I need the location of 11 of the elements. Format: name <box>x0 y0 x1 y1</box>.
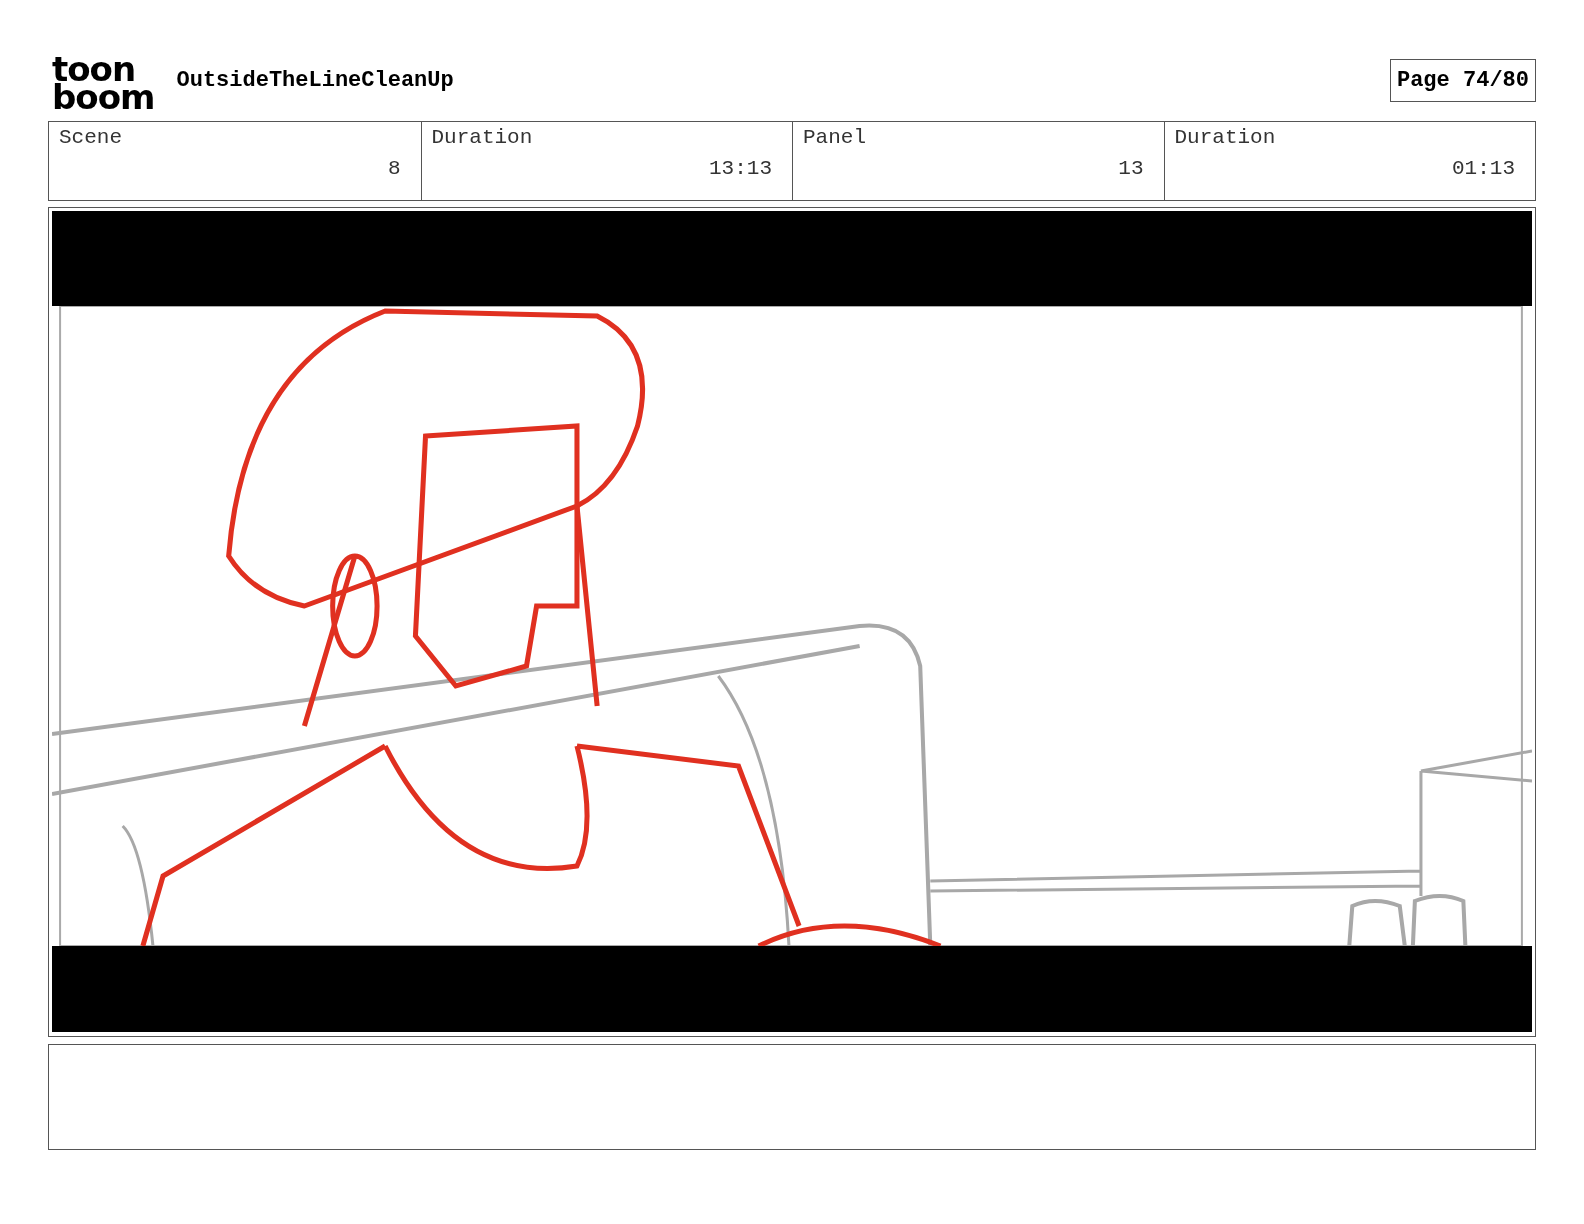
field-value: 01:13 <box>1452 157 1515 180</box>
field-label: Duration <box>1174 126 1277 149</box>
field-label: Panel <box>803 126 867 149</box>
field-value: 13:13 <box>709 157 772 180</box>
logo: toon boom <box>52 54 155 111</box>
project-title: OutsideTheLineCleanUp <box>176 68 454 93</box>
page-number: Page 74/80 <box>1389 59 1536 102</box>
field-label: Duration <box>431 126 534 149</box>
field-value: 8 <box>387 157 401 180</box>
field-value: 13 <box>1118 157 1144 180</box>
field-label: Scene <box>59 126 123 149</box>
